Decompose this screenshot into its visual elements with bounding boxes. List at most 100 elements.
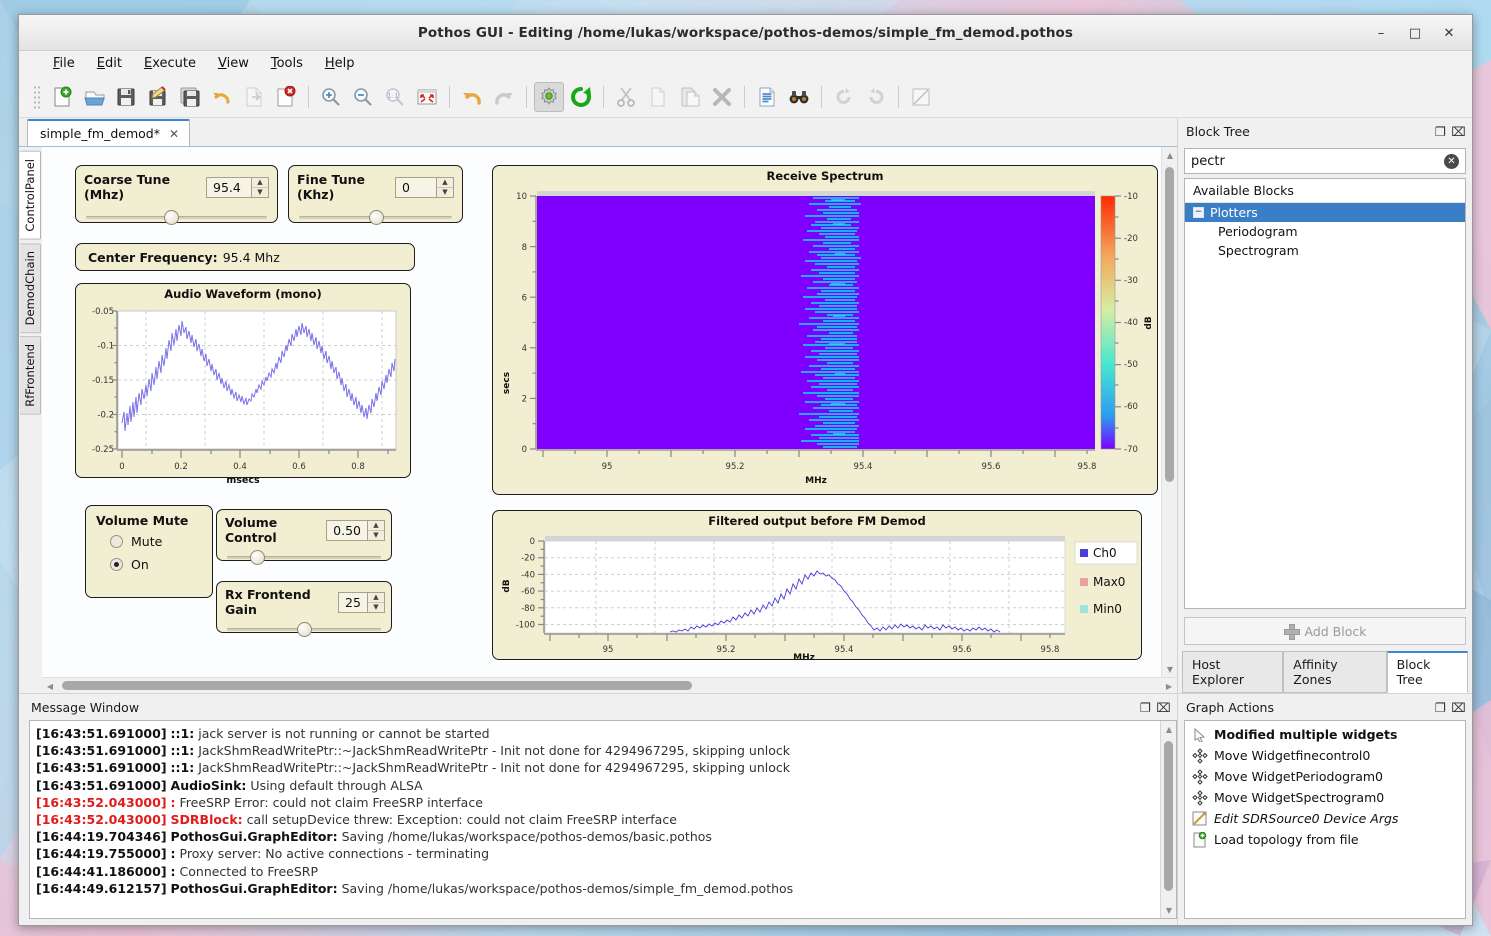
msg-vscroll-track[interactable] bbox=[1161, 737, 1176, 902]
tree-node-spectrogram[interactable]: Spectrogram bbox=[1185, 241, 1465, 260]
available-blocks-tree[interactable]: Available Blocks − Plotters Periodogram … bbox=[1184, 178, 1466, 609]
radio-on-indicator[interactable] bbox=[110, 558, 123, 571]
widget-volume-control[interactable]: Volume Control 0.50 ▲▼ bbox=[216, 509, 392, 561]
find-icon[interactable] bbox=[784, 82, 814, 112]
undo-reload-icon[interactable] bbox=[207, 82, 237, 112]
delete-icon[interactable] bbox=[707, 82, 737, 112]
radio-mute-indicator[interactable] bbox=[110, 535, 123, 548]
rotate-right-icon[interactable] bbox=[861, 82, 891, 112]
tab-block-tree[interactable]: Block Tree bbox=[1387, 651, 1468, 693]
graph-action-item[interactable]: Modified multiple widgets bbox=[1185, 724, 1465, 745]
graph-action-item[interactable]: Move WidgetPeriodogram0 bbox=[1185, 766, 1465, 787]
menu-help[interactable]: Help bbox=[315, 53, 365, 74]
hscroll-thumb[interactable] bbox=[62, 681, 692, 690]
graph-action-item[interactable]: Move Widgetfinecontrol0 bbox=[1185, 745, 1465, 766]
vscroll-thumb[interactable] bbox=[1165, 167, 1174, 482]
save-as-icon[interactable] bbox=[143, 82, 173, 112]
float-dock-icon[interactable]: ❐ bbox=[1433, 124, 1448, 139]
widget-volume-mute[interactable]: Volume Mute Mute On bbox=[85, 505, 213, 598]
copy-icon[interactable] bbox=[643, 82, 673, 112]
widget-coarse-tune[interactable]: Coarse Tune (Mhz) 95.4 ▲▼ bbox=[75, 165, 278, 223]
scroll-left-arrow[interactable]: ◀ bbox=[42, 678, 58, 694]
block-search-input[interactable]: pectr ✕ bbox=[1184, 148, 1466, 174]
menu-file[interactable]: File bbox=[43, 53, 85, 74]
scroll-up-arrow[interactable]: ▲ bbox=[1162, 147, 1178, 163]
tree-node-plotters[interactable]: − Plotters bbox=[1185, 203, 1465, 222]
close-dock-icon[interactable]: ⌧ bbox=[1451, 700, 1466, 715]
activate-topology-icon[interactable] bbox=[534, 82, 564, 112]
canvas-vertical-scrollbar[interactable]: ▲ ▼ bbox=[1161, 147, 1177, 677]
undo-icon[interactable] bbox=[457, 82, 487, 112]
tree-expander-icon[interactable]: − bbox=[1193, 207, 1204, 218]
fine-tune-slider[interactable] bbox=[299, 210, 452, 224]
canvas-horizontal-scrollbar[interactable]: ◀ ▶ bbox=[42, 677, 1177, 693]
graph-action-item[interactable]: Edit SDRSource0 Device Args bbox=[1185, 808, 1465, 829]
scroll-down-arrow[interactable]: ▼ bbox=[1161, 902, 1177, 918]
float-dock-icon[interactable]: ❐ bbox=[1138, 700, 1153, 715]
graph-action-item[interactable]: Move WidgetSpectrogram0 bbox=[1185, 787, 1465, 808]
radio-mute[interactable]: Mute bbox=[86, 532, 212, 549]
widget-audio-waveform[interactable]: Audio Waveform (mono) bbox=[75, 283, 411, 478]
msg-vscroll-thumb[interactable] bbox=[1164, 741, 1173, 891]
rx-gain-value[interactable]: 25 bbox=[338, 592, 368, 613]
message-list[interactable]: [16:43:51.691000] ::1: jack server is no… bbox=[29, 720, 1177, 919]
coarse-tune-slider[interactable] bbox=[86, 210, 267, 224]
page-tab-rffrontend[interactable]: RfFrontend bbox=[20, 336, 41, 415]
new-document-icon[interactable] bbox=[47, 82, 77, 112]
hscroll-track[interactable] bbox=[58, 678, 1161, 693]
widget-fine-tune[interactable]: Fine Tune (Khz) 0 ▲▼ bbox=[288, 165, 463, 223]
export-icon[interactable] bbox=[239, 82, 269, 112]
page-tab-demodchain[interactable]: DemodChain bbox=[20, 243, 41, 333]
properties-icon[interactable] bbox=[752, 82, 782, 112]
rx-gain-slider[interactable] bbox=[227, 622, 381, 636]
redo-icon[interactable] bbox=[489, 82, 519, 112]
open-document-icon[interactable] bbox=[79, 82, 109, 112]
scroll-up-arrow[interactable]: ▲ bbox=[1161, 721, 1177, 737]
zoom-in-icon[interactable] bbox=[316, 82, 346, 112]
coarse-tune-value[interactable]: 95.4 bbox=[206, 177, 252, 198]
volume-control-stepper[interactable]: ▲▼ bbox=[368, 520, 385, 541]
close-dock-icon[interactable]: ⌧ bbox=[1451, 124, 1466, 139]
clear-search-icon[interactable]: ✕ bbox=[1444, 154, 1459, 169]
vscroll-track[interactable] bbox=[1162, 163, 1177, 661]
tree-node-periodogram[interactable]: Periodogram bbox=[1185, 222, 1465, 241]
volume-control-slider[interactable] bbox=[227, 550, 381, 564]
reload-topology-icon[interactable] bbox=[566, 82, 596, 112]
menu-execute[interactable]: Execute bbox=[134, 53, 206, 74]
menu-view[interactable]: View bbox=[208, 53, 259, 74]
close-dock-icon[interactable]: ⌧ bbox=[1156, 700, 1171, 715]
page-tab-controlpanel[interactable]: ControlPanel bbox=[20, 151, 41, 240]
scroll-down-arrow[interactable]: ▼ bbox=[1162, 661, 1178, 677]
document-tab-close-icon[interactable]: ✕ bbox=[169, 127, 179, 141]
float-dock-icon[interactable]: ❐ bbox=[1433, 700, 1448, 715]
menu-edit[interactable]: Edit bbox=[87, 53, 132, 74]
close-button[interactable]: ✕ bbox=[1434, 20, 1464, 46]
edit-icon[interactable] bbox=[906, 82, 936, 112]
widget-filtered-output[interactable]: Filtered output before FM Demod bbox=[492, 510, 1142, 660]
paste-icon[interactable] bbox=[675, 82, 705, 112]
rx-gain-stepper[interactable]: ▲▼ bbox=[368, 592, 385, 613]
fine-tune-stepper[interactable]: ▲▼ bbox=[437, 177, 454, 198]
maximize-button[interactable]: □ bbox=[1400, 20, 1430, 46]
cut-icon[interactable] bbox=[611, 82, 641, 112]
fine-tune-value[interactable]: 0 bbox=[395, 177, 437, 198]
volume-control-value[interactable]: 0.50 bbox=[326, 520, 368, 541]
coarse-tune-stepper[interactable]: ▲▼ bbox=[252, 177, 269, 198]
tab-host-explorer[interactable]: Host Explorer bbox=[1182, 651, 1283, 693]
scroll-right-arrow[interactable]: ▶ bbox=[1161, 678, 1177, 694]
add-block-button[interactable]: Add Block bbox=[1184, 617, 1466, 645]
toolbar-grip[interactable] bbox=[33, 85, 41, 109]
widget-receive-spectrum[interactable]: Receive Spectrum bbox=[492, 165, 1158, 495]
fullscreen-icon[interactable] bbox=[412, 82, 442, 112]
rotate-left-icon[interactable] bbox=[829, 82, 859, 112]
graph-action-item[interactable]: Load topology from file bbox=[1185, 829, 1465, 850]
widget-rx-frontend-gain[interactable]: Rx Frontend Gain 25 ▲▼ bbox=[216, 581, 392, 633]
close-document-icon[interactable] bbox=[271, 82, 301, 112]
save-icon[interactable] bbox=[111, 82, 141, 112]
tab-affinity-zones[interactable]: Affinity Zones bbox=[1283, 651, 1386, 693]
radio-on[interactable]: On bbox=[86, 549, 212, 572]
minimize-button[interactable]: – bbox=[1366, 20, 1396, 46]
message-vertical-scrollbar[interactable]: ▲ ▼ bbox=[1160, 721, 1176, 918]
document-tab-simple-fm-demod[interactable]: simple_fm_demod* ✕ bbox=[27, 119, 190, 146]
zoom-out-icon[interactable] bbox=[348, 82, 378, 112]
